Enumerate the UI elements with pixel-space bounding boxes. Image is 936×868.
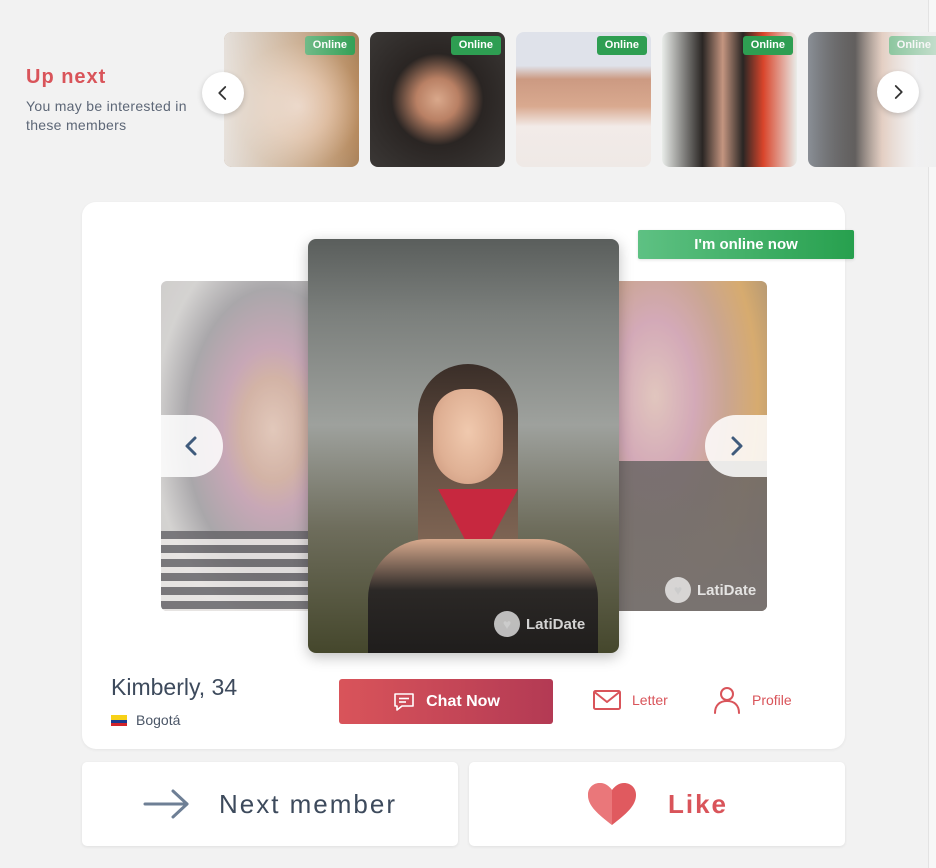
photo-watermark: ♥ LatiDate (494, 611, 585, 637)
member-thumbnail[interactable]: Online (662, 32, 797, 167)
photo-next-button[interactable] (705, 415, 767, 477)
photo-watermark: ♥ LatiDate (665, 577, 756, 603)
member-name-age: Kimberly, 34 (111, 674, 238, 700)
chat-bubble-icon (394, 692, 414, 711)
chevron-left-icon (218, 86, 227, 100)
online-badge: Online (596, 36, 647, 55)
profile-label: Profile (752, 692, 792, 708)
letter-button[interactable]: Letter (592, 685, 668, 715)
watermark-heart-icon: ♥ (665, 577, 691, 603)
next-member-button[interactable]: Next member (82, 762, 458, 846)
member-thumbnail[interactable]: Online (370, 32, 505, 167)
member-city: Bogotá (136, 712, 181, 728)
up-next-next-button[interactable] (877, 71, 919, 113)
online-badge: Online (304, 36, 355, 55)
envelope-icon (593, 690, 621, 710)
chevron-right-icon (731, 436, 743, 456)
chat-now-button[interactable]: Chat Now (339, 679, 553, 724)
up-next-subtitle: You may be interested in these members (26, 98, 187, 133)
like-button[interactable]: Like (469, 762, 845, 846)
profile-button[interactable]: Profile (712, 685, 792, 715)
letter-label: Letter (632, 692, 668, 708)
arrow-right-icon (143, 789, 189, 819)
like-label: Like (667, 788, 729, 819)
member-location: Bogotá (111, 712, 180, 728)
member-thumbnail[interactable]: Online (516, 32, 651, 167)
watermark-heart-icon: ♥ (494, 611, 520, 637)
online-status-banner: I'm online now (638, 230, 854, 259)
up-next-prev-button[interactable] (202, 72, 244, 114)
next-member-label: Next member (218, 788, 398, 819)
member-thumbnail[interactable]: Online (224, 32, 359, 167)
photo-prev-button[interactable] (161, 415, 223, 477)
online-badge: Online (742, 36, 793, 55)
heart-icon (587, 783, 636, 825)
page: Up next You may be interested in these m… (0, 0, 936, 868)
chevron-left-icon (185, 436, 197, 456)
chat-now-label: Chat Now (426, 692, 500, 710)
colombia-flag-icon (111, 714, 127, 726)
chevron-right-icon (894, 85, 903, 99)
up-next-title: Up next (26, 66, 107, 88)
main-photo[interactable]: ♥ LatiDate (308, 239, 619, 653)
person-icon (714, 687, 740, 714)
online-badge: Online (888, 36, 936, 55)
up-next-carousel: Online Online Online Online Online (224, 32, 936, 167)
online-badge: Online (450, 36, 501, 55)
